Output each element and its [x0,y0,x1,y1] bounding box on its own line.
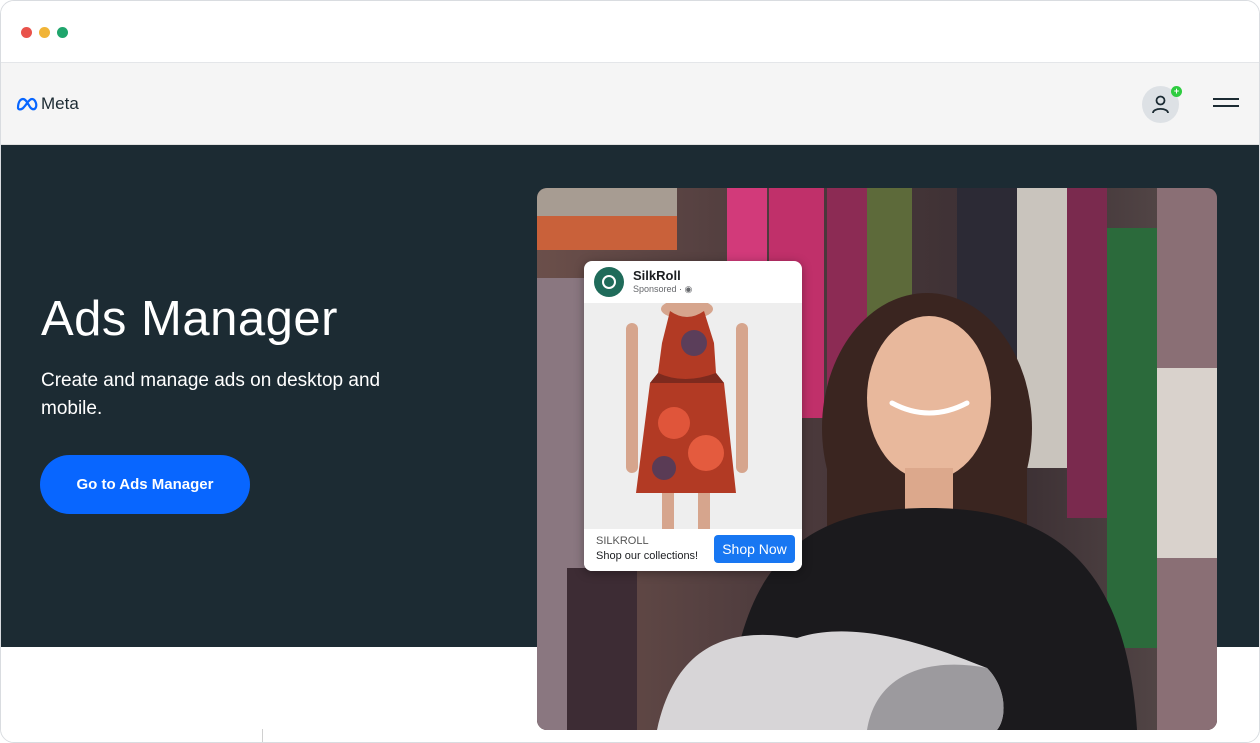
dress-illustration [584,299,802,529]
ad-preview-card[interactable]: SilkRoll Sponsored · ◉ SILKROLL Shop our [584,261,802,571]
go-to-ads-manager-button[interactable]: Go to Ads Manager [40,455,250,514]
top-navigation: Meta + [1,63,1259,145]
ad-header: SilkRoll Sponsored · ◉ [584,261,802,303]
silkroll-logo-icon [594,267,624,297]
logo-text: Meta [41,94,79,113]
hamburger-menu-button[interactable] [1213,96,1239,112]
plus-badge-icon: + [1171,86,1182,97]
shop-now-button[interactable]: Shop Now [714,535,795,563]
maximize-window-button[interactable] [57,27,68,38]
divider [262,729,263,742]
hamburger-menu-icon [1213,98,1239,100]
hero-subtitle: Create and manage ads on desktop and mob… [41,370,381,419]
window-titlebar [1,1,1259,63]
ad-brand-name: SilkRoll [633,268,681,283]
page-title: Ads Manager [41,292,338,346]
ad-product-image [584,299,802,529]
close-window-button[interactable] [21,27,32,38]
ad-footer: SILKROLL Shop our collections! Shop Now [584,529,802,571]
account-button[interactable]: + [1142,86,1182,123]
minimize-window-button[interactable] [39,27,50,38]
meta-logo[interactable]: Meta [16,93,79,115]
globe-icon: ◉ [684,284,693,294]
browser-window: Meta + Ads Manager Create and manage ads… [0,0,1260,743]
person-icon [1152,95,1169,114]
ad-sponsored-label: Sponsored · ◉ [633,284,692,295]
ad-footer-brand: SILKROLL [596,535,649,547]
ad-footer-text: Shop our collections! [596,550,699,562]
meta-infinity-icon [16,97,38,111]
sponsored-text: Sponsored · [633,284,685,294]
hamburger-menu-icon-line [1213,105,1239,107]
